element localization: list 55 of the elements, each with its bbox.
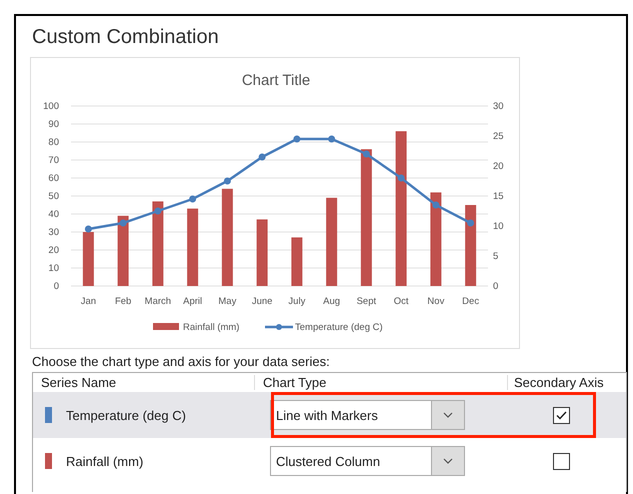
chevron-down-icon: [443, 458, 453, 464]
axis-tick-label: 90: [48, 119, 59, 130]
axis-tick-label: 100: [43, 101, 59, 112]
chevron-down-icon: [443, 412, 453, 418]
legend-swatch: [153, 323, 179, 330]
axis-tick-label: 0: [54, 281, 59, 292]
axis-tick-label: Dec: [462, 296, 480, 307]
axis-tick-label: 10: [493, 221, 504, 232]
axis-tick-label: 70: [48, 155, 59, 166]
chart-title: Chart Title: [242, 72, 310, 89]
column-header: Series Name: [33, 375, 255, 390]
axis-tick-label: 30: [493, 101, 504, 112]
legend-line-marker: [265, 324, 293, 330]
column-header: Secondary Axis: [513, 375, 605, 390]
legend-label: Temperature (deg C): [295, 322, 383, 333]
axis-tick-label: Oct: [394, 296, 409, 307]
axis-tick-label: 20: [493, 161, 504, 172]
axis-tick-label: Aug: [323, 296, 340, 307]
series-row[interactable]: Temperature (deg C) Line with Markers: [33, 392, 626, 438]
axis-tick-label: 60: [48, 173, 59, 184]
series-name: Temperature (deg C): [66, 408, 186, 422]
rainfall-bar: [291, 237, 302, 286]
rainfall-bar: [256, 219, 268, 286]
axis-tick-label: Nov: [427, 296, 444, 307]
rainfall-bar: [118, 216, 129, 286]
column-header: Chart Type: [255, 375, 508, 390]
axis-tick-label: 10: [48, 263, 59, 274]
legend-label: Rainfall (mm): [183, 322, 240, 333]
series-row[interactable]: Rainfall (mm) Clustered Column: [33, 438, 626, 484]
chart-type-dropdown[interactable]: Clustered Column: [270, 446, 465, 476]
axis-tick-label: July: [288, 296, 306, 307]
dialog-title: Custom Combination: [32, 26, 220, 49]
axis-tick-label: 15: [493, 191, 504, 202]
chart-type-dropdown[interactable]: Line with Markers: [270, 400, 465, 430]
axis-tick-label: May: [218, 296, 236, 307]
checkmark-icon: [556, 410, 567, 420]
axis-tick-label: 50: [48, 191, 59, 202]
axis-tick-label: Feb: [114, 296, 132, 307]
secondary-axis-checkbox[interactable]: [553, 406, 570, 424]
axis-tick-label: 0: [493, 281, 498, 292]
axis-tick-label: March: [144, 296, 172, 307]
axis-tick-label: June: [252, 296, 272, 307]
axis-tick-label: Sept: [356, 296, 376, 307]
axis-tick-label: 5: [493, 251, 498, 262]
axis-tick-label: 40: [48, 209, 59, 220]
axis-tick-label: 30: [48, 227, 59, 238]
axis-tick-label: 80: [48, 137, 59, 148]
axis-tick-label: April: [183, 296, 202, 307]
axis-tick-label: 20: [48, 245, 59, 256]
series-name: Rainfall (mm): [66, 454, 144, 468]
axis-tick-label: 25: [493, 131, 504, 142]
secondary-axis-checkbox[interactable]: [553, 452, 570, 470]
instruction-text: Choose the chart type and axis for your data series:: [32, 354, 330, 369]
rainfall-bar: [82, 232, 94, 286]
axis-tick-label: Jan: [80, 296, 96, 307]
